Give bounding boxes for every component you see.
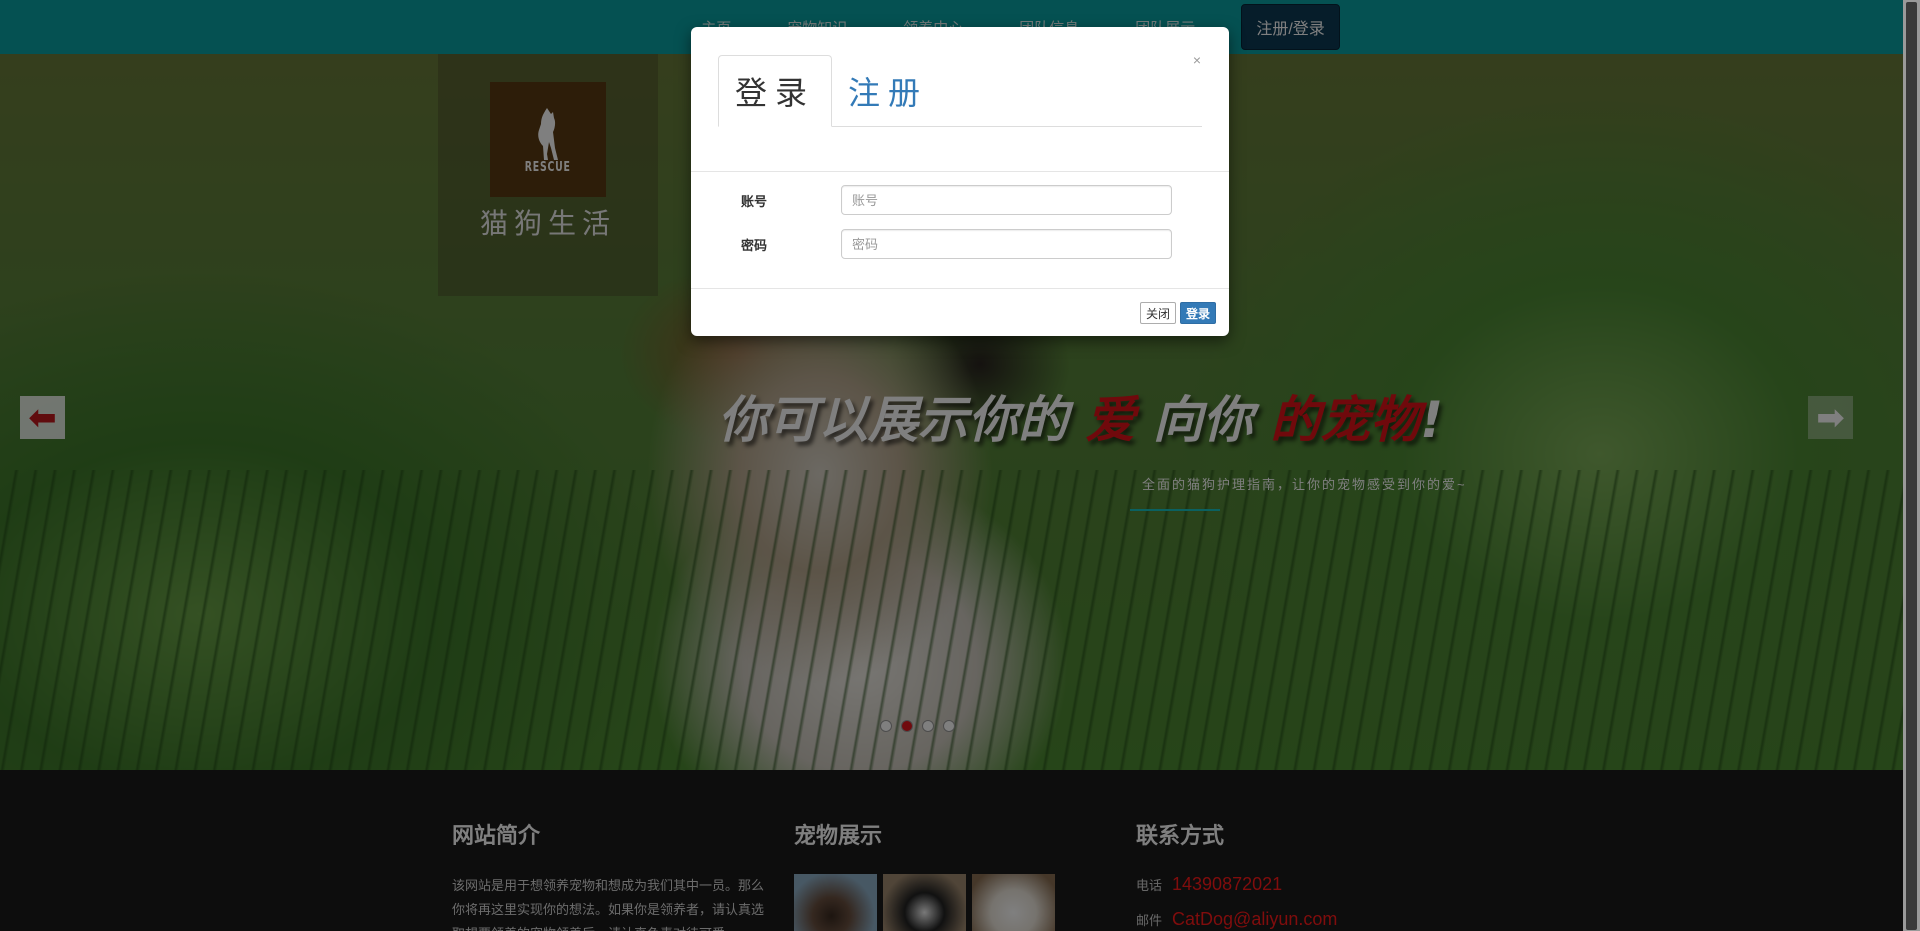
page: 主页 宠物知识 领养中心 团队信息 团队展示 注册/登录 RESCUE 猫狗生活…	[0, 0, 1920, 931]
modal-tabs: 登录 注册	[718, 55, 1202, 127]
account-label: 账号	[741, 193, 768, 209]
modal-footer: 关闭 登录	[1139, 302, 1216, 324]
page-scrollbar[interactable]	[1903, 0, 1920, 931]
close-button[interactable]: 关闭	[1139, 302, 1176, 324]
password-label: 密码	[741, 237, 768, 253]
login-modal: × 登录 注册 账号 密码 关闭 登录	[691, 27, 1229, 336]
tab-register[interactable]: 注册	[832, 55, 944, 127]
modal-header-divider	[691, 171, 1229, 172]
tab-login[interactable]: 登录	[718, 55, 833, 127]
login-button[interactable]: 登录	[1179, 302, 1216, 324]
scrollbar-thumb[interactable]	[1906, 2, 1917, 930]
password-row: 密码	[741, 229, 1172, 259]
modal-footer-divider	[691, 288, 1229, 289]
password-input[interactable]	[841, 229, 1172, 259]
account-row: 账号	[741, 185, 1172, 215]
account-input[interactable]	[841, 185, 1172, 215]
